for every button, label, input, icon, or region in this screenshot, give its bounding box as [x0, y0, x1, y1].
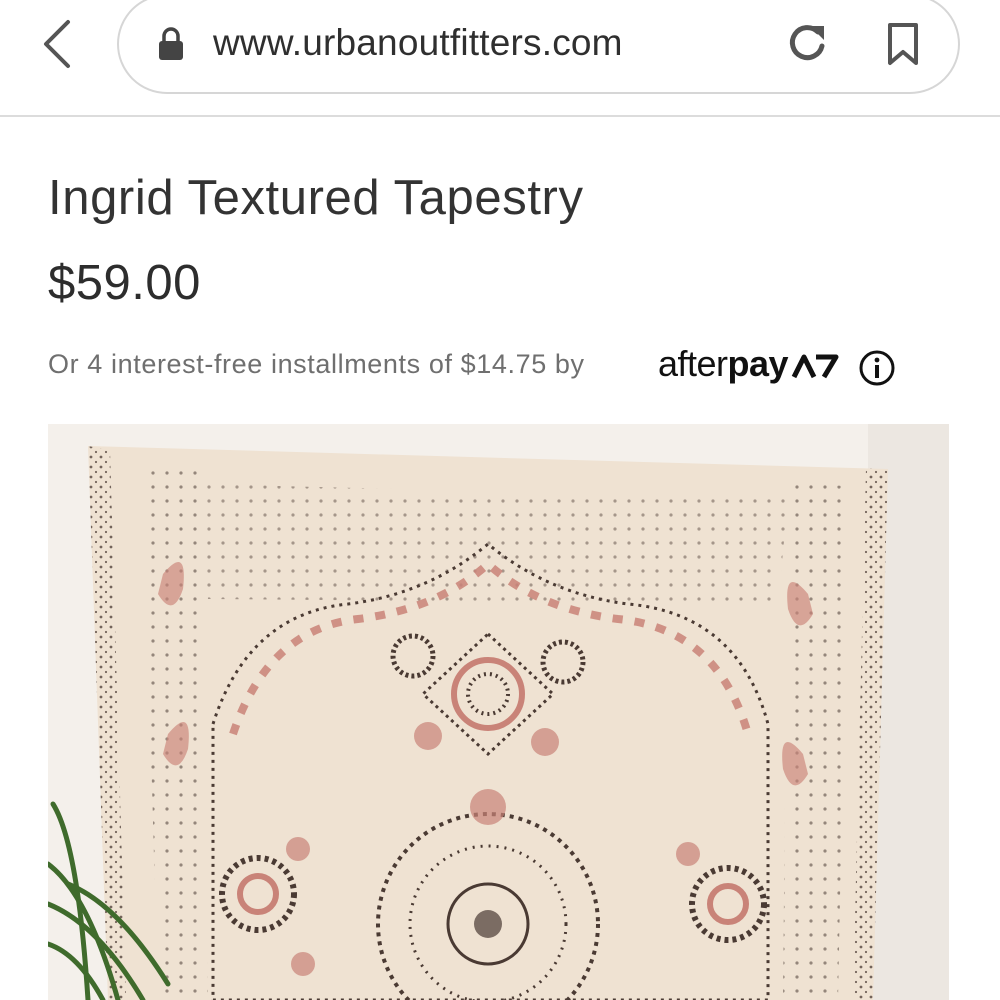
afterpay-logo: afterpay — [658, 343, 789, 385]
installments-text: Or 4 interest-free installments of $14.7… — [48, 349, 585, 379]
lock-icon — [157, 27, 185, 61]
browser-toolbar: www.urbanoutfitters.com — [0, 0, 1000, 117]
bookmark-button[interactable] — [884, 22, 922, 66]
reload-button[interactable] — [784, 20, 830, 66]
product-title: Ingrid Textured Tapestry — [48, 171, 584, 225]
reload-icon — [789, 25, 825, 61]
chevron-left-icon — [44, 20, 70, 68]
product-image[interactable] — [48, 424, 949, 1000]
url-text[interactable]: www.urbanoutfitters.com — [213, 22, 623, 64]
afterpay-mark-icon — [791, 354, 839, 379]
tapestry-photo — [48, 424, 949, 1000]
back-button[interactable] — [38, 18, 78, 70]
info-icon[interactable] — [858, 349, 896, 387]
bookmark-icon — [888, 23, 918, 65]
product-price: $59.00 — [48, 256, 201, 310]
afterpay-installments: Or 4 interest-free installments of $14.7… — [48, 343, 948, 393]
afterpay-logo-light: after — [658, 343, 728, 384]
afterpay-logo-bold: pay — [727, 343, 789, 384]
